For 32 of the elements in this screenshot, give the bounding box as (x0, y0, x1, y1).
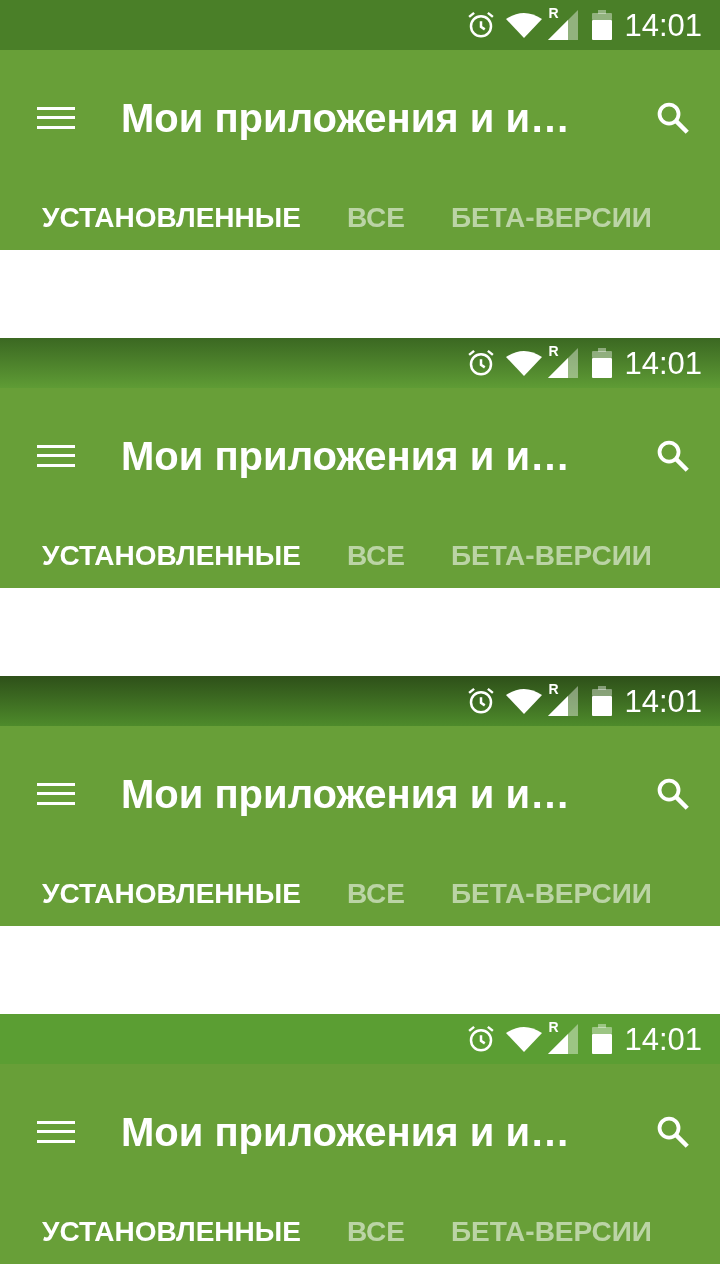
tab[interactable]: ВСЕ (346, 879, 405, 908)
tab[interactable]: УСТАНОВЛЕННЫЕ (42, 879, 301, 908)
wifi-icon (506, 688, 543, 714)
battery-icon (592, 348, 613, 378)
roaming-indicator: R (548, 6, 559, 20)
wifi-icon (506, 350, 543, 376)
tab[interactable]: БЕТА-ВЕРСИИ (450, 879, 652, 908)
battery-icon (592, 1024, 613, 1054)
wifi-icon (506, 12, 543, 38)
wifi-icon (506, 1026, 543, 1052)
clock-time: 14:01 (624, 1023, 702, 1055)
battery-icon (592, 686, 613, 716)
clock-time: 14:01 (624, 685, 702, 717)
app-bar-title: Мои приложения и и… (121, 432, 570, 480)
app-bar-title: Мои приложения и и… (121, 94, 570, 142)
tab[interactable]: БЕТА-ВЕРСИИ (450, 203, 652, 232)
battery-icon (592, 10, 613, 40)
roaming-indicator: R (548, 344, 559, 358)
tab[interactable]: УСТАНОВЛЕННЫЕ (42, 203, 301, 232)
app-bar-title: Мои приложения и и… (121, 770, 570, 818)
roaming-indicator: R (548, 1020, 559, 1034)
tab[interactable]: УСТАНОВЛЕННЫЕ (42, 541, 301, 570)
clock-time: 14:01 (624, 347, 702, 379)
tab[interactable]: ВСЕ (346, 1217, 405, 1246)
tab[interactable]: УСТАНОВЛЕННЫЕ (42, 1217, 301, 1246)
tab[interactable]: ВСЕ (346, 203, 405, 232)
app-bar-title: Мои приложения и и… (121, 1108, 570, 1156)
roaming-indicator: R (548, 682, 559, 696)
tab[interactable]: БЕТА-ВЕРСИИ (450, 541, 652, 570)
tab[interactable]: БЕТА-ВЕРСИИ (450, 1217, 652, 1246)
clock-time: 14:01 (624, 9, 702, 41)
tab[interactable]: ВСЕ (346, 541, 405, 570)
